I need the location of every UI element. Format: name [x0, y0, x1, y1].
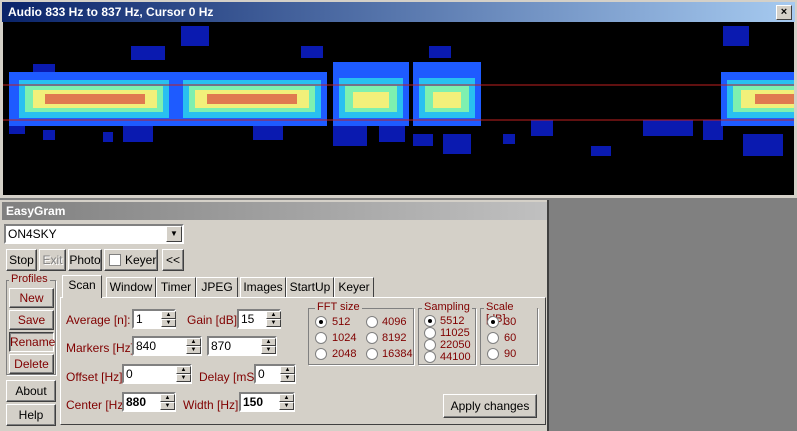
sampling-radio-44100[interactable] — [424, 351, 436, 363]
fft-option-16384: 16384 — [382, 348, 413, 360]
fft-radio-16384[interactable] — [366, 348, 378, 360]
fft-radio-1024[interactable] — [315, 332, 327, 344]
width-value: 150 — [243, 395, 264, 409]
tab-images[interactable]: Images — [240, 277, 286, 297]
spectrogram-title-bar[interactable]: Audio 833 Hz to 837 Hz, Cursor 0 Hz × — [2, 2, 795, 22]
help-button[interactable]: Help — [6, 404, 56, 426]
fft-option-8192: 8192 — [382, 332, 407, 344]
delay-value: 0 — [258, 367, 265, 381]
fft-radio-4096[interactable] — [366, 316, 378, 328]
delete-profile-button[interactable]: Delete — [9, 354, 54, 374]
keyer-toggle[interactable]: Keyer — [104, 249, 158, 271]
chevron-down-icon[interactable]: ▼ — [166, 226, 182, 242]
scale-radio-30[interactable] — [487, 316, 499, 328]
scale-option-60: 60 — [504, 332, 517, 344]
fft-option-512: 512 — [332, 316, 351, 328]
delay-label: Delay [mS]: — [199, 370, 262, 384]
sampling-title: Sampling — [422, 301, 472, 313]
stop-button[interactable]: Stop — [6, 249, 37, 271]
fft-option-1024: 1024 — [332, 332, 357, 344]
sampling-radio-5512[interactable] — [424, 315, 436, 327]
fft-option-2048: 2048 — [332, 348, 357, 360]
center-value: 880 — [126, 395, 147, 409]
offset-value: 0 — [126, 367, 133, 381]
center-spinner[interactable]: ▲ ▼ — [160, 394, 175, 410]
scale-radio-90[interactable] — [487, 348, 499, 360]
average-label: Average [n]: — [66, 313, 131, 327]
sampling-option-5512: 5512 — [440, 315, 465, 327]
photo-button[interactable]: Photo — [68, 249, 102, 271]
collapse-button[interactable]: << — [162, 249, 184, 271]
marker1-value: 840 — [136, 339, 157, 353]
rename-profile-button[interactable]: Rename — [9, 332, 55, 352]
spectrogram-view[interactable] — [3, 22, 794, 195]
about-button[interactable]: About — [6, 380, 56, 402]
average-value: 1 — [136, 312, 143, 326]
tab-timer[interactable]: Timer — [156, 277, 196, 297]
keyer-label: Keyer — [125, 253, 157, 267]
scale-option-30: 30 — [504, 316, 517, 328]
marker2-value: 870 — [211, 339, 232, 353]
average-spinner[interactable]: ▲ ▼ — [161, 311, 176, 327]
sampling-radio-22050[interactable] — [424, 339, 436, 351]
gain-label: Gain [dB]: — [187, 313, 241, 327]
fft-radio-2048[interactable] — [315, 348, 327, 360]
fft-radio-512[interactable] — [315, 316, 327, 328]
marker2-spinner[interactable]: ▲ ▼ — [261, 338, 276, 354]
sampling-option-44100: 44100 — [440, 351, 471, 363]
width-label: Width [Hz]: — [183, 398, 242, 412]
easygram-title-bar[interactable]: EasyGram — [2, 202, 547, 220]
center-label: Center [Hz]: — [66, 398, 131, 412]
callsign-combo[interactable]: ON4SKY ▼ — [4, 224, 184, 244]
close-icon[interactable]: × — [776, 5, 792, 20]
callsign-value: ON4SKY — [8, 227, 57, 241]
gain-value: 15 — [241, 312, 255, 326]
keyer-checkbox[interactable] — [109, 254, 121, 266]
markers-label: Markers [Hz]: — [66, 341, 138, 355]
scale-radio-60[interactable] — [487, 332, 499, 344]
tab-window[interactable]: Window — [106, 277, 156, 297]
fft-option-4096: 4096 — [382, 316, 407, 328]
delay-spinner[interactable]: ▲ ▼ — [280, 366, 295, 382]
sampling-option-11025: 11025 — [440, 327, 470, 339]
sampling-option-22050: 22050 — [440, 339, 471, 351]
marker1-spinner[interactable]: ▲ ▼ — [186, 338, 201, 354]
tab-startup[interactable]: StartUp — [286, 277, 334, 297]
fft-size-title: FFT size — [315, 301, 362, 313]
exit-button[interactable]: Exit — [39, 249, 66, 271]
spectrogram-window: Audio 833 Hz to 837 Hz, Cursor 0 Hz × — [0, 0, 797, 198]
new-profile-button[interactable]: New — [9, 288, 54, 308]
easygram-title: EasyGram — [6, 204, 66, 218]
offset-label: Offset [Hz]: — [66, 370, 126, 384]
profiles-title: Profiles — [9, 273, 50, 285]
save-profile-button[interactable]: Save — [9, 310, 54, 330]
spectrogram-title: Audio 833 Hz to 837 Hz, Cursor 0 Hz — [8, 5, 214, 19]
offset-spinner[interactable]: ▲ ▼ — [176, 366, 191, 382]
apply-changes-button[interactable]: Apply changes — [443, 394, 537, 418]
tab-keyer[interactable]: Keyer — [334, 277, 374, 297]
tab-jpeg[interactable]: JPEG — [196, 277, 238, 297]
scale-option-90: 90 — [504, 348, 517, 360]
sampling-radio-11025[interactable] — [424, 327, 436, 339]
gain-spinner[interactable]: ▲ ▼ — [266, 311, 281, 327]
tab-scan[interactable]: Scan — [62, 275, 102, 298]
fft-radio-8192[interactable] — [366, 332, 378, 344]
width-spinner[interactable]: ▲ ▼ — [279, 394, 294, 410]
